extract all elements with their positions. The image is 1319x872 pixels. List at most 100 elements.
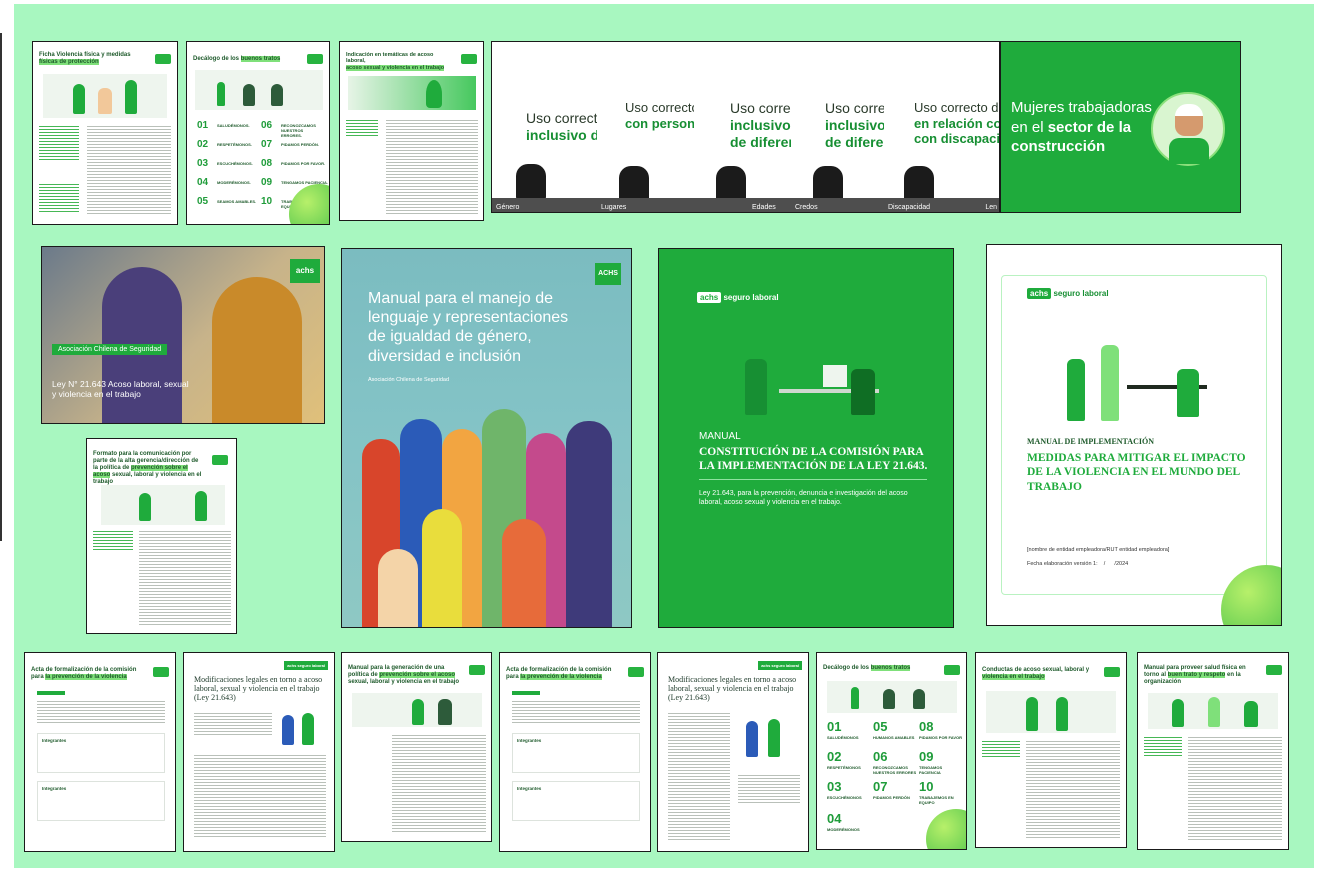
list-label: PIDAMOS POR FAVOR. <box>281 161 326 166</box>
list-number: 10 <box>261 196 273 207</box>
illustration <box>827 681 957 713</box>
sign-language-interpreter-icon <box>619 166 649 202</box>
office-illustration <box>1057 335 1217 425</box>
list-label: SALUDÉMONOS <box>827 735 859 740</box>
video-title: Uso correcto ccon personas <box>625 100 694 131</box>
sign-language-interpreter-icon <box>813 166 843 202</box>
form-fields <box>512 699 640 723</box>
cover-medidas-mitigar-violencia[interactable]: achs seguro laboral MANUAL DE IMPLEMENTA… <box>986 244 1282 626</box>
sign-language-interpreter-icon <box>716 166 746 202</box>
list-number: 01 <box>197 120 209 131</box>
list-label: PIDAMOS POR FAVOR <box>919 735 963 740</box>
doc-title: Ficha Violencia física y medidas <box>39 52 131 58</box>
document-gallery: Ficha Violencia física y medidas físicas … <box>14 4 1314 868</box>
body-text <box>87 124 171 214</box>
achs-seguro-laboral-logo: achs seguro laboral <box>284 661 328 670</box>
video-progress-bar[interactable]: Lugares <box>597 198 694 212</box>
video-thumbnail-mujeres-construccion[interactable]: Mujeres trabajadoras en el sector de la co… <box>1000 41 1241 213</box>
achs-seguro-laboral-logo: achs seguro laboral <box>697 292 779 303</box>
achs-seguro-laboral-logo: achs seguro laboral <box>1027 288 1109 299</box>
achs-logo-icon <box>944 665 960 675</box>
list-label: SALUDÉMONOS. <box>217 123 250 128</box>
list-label: ESCUCHÉMONOS. <box>217 161 253 166</box>
video-thumbnail-credos[interactable]: Uso corre inclusivo de diferer Credos <box>791 41 884 213</box>
doc-acta-formalizacion-2[interactable]: Acta de formalización de la comisión para… <box>499 652 651 852</box>
sign-language-interpreter-icon <box>904 166 934 202</box>
list-label: RESPETÉMONOS. <box>217 142 252 147</box>
doc-title-highlight: la prevención de la violencia <box>520 673 602 680</box>
achs-logo-icon <box>1104 667 1120 677</box>
cover-ley-21643-photo[interactable]: achs Asociación Chilena de Seguridad Ley… <box>41 246 325 424</box>
achs-logo: ACHS <box>595 263 621 285</box>
body-text <box>668 711 730 841</box>
video-title: Mujeres trabajadoras en el sector de la co… <box>1011 99 1152 155</box>
cover-manual-lenguaje-genero[interactable]: ACHS Manual para el manejo de lenguaje y… <box>341 248 632 628</box>
doc-indicacion-tematicas[interactable]: Indicación en temáticas de acoso laboral… <box>339 41 484 221</box>
body-text <box>1026 739 1120 839</box>
video-title: Uso correctoinclusivo dde diferen <box>730 100 791 150</box>
corner-decoration <box>289 184 329 224</box>
doc-conductas-acoso[interactable]: Conductas de acoso sexual, laboral y viol… <box>975 652 1127 848</box>
doc-manual-politica-prevencion[interactable]: Manual para la generación de una polític… <box>341 652 492 842</box>
doc-acta-formalizacion-1[interactable]: Acta de formalización de la comisión para… <box>24 652 176 852</box>
doc-title: Acta de formalización de la comisión <box>506 667 612 673</box>
list-number: 09 <box>261 177 273 188</box>
video-title: Uso correcto del en relación con con disca… <box>914 100 1000 147</box>
employer-field: [nombre de entidad empleadora/RUT entida… <box>1027 547 1170 553</box>
list-label: MODERÉMONOS <box>827 827 860 832</box>
cover-title: CONSTITUCIÓN DE LA COMISIÓN PARA LA IMPL… <box>699 446 928 473</box>
doc-title: Decálogo de los <box>823 665 870 671</box>
list-label: RESPETÉMONOS <box>827 765 861 770</box>
body-text <box>386 118 478 214</box>
video-thumbnail-lugares[interactable]: Uso correcto ccon personas Lugares <box>597 41 694 213</box>
doc-decalogo-buenos-tratos[interactable]: Decálogo de los buenos tratos 01 02 03 0… <box>186 41 330 225</box>
video-progress-bar[interactable]: Discapacidad Len <box>884 198 999 212</box>
worker-portrait-icon <box>1151 92 1225 166</box>
list-number: 08 <box>261 158 273 169</box>
side-note <box>39 124 79 160</box>
body-text <box>194 753 326 839</box>
illustration <box>1148 693 1278 729</box>
doc-title: Decálogo de los <box>193 56 240 62</box>
green-tab <box>512 691 540 695</box>
doc-title: Indicación en temáticas de acoso laboral… <box>346 52 434 65</box>
video-progress-bar[interactable]: Edades <box>694 198 791 212</box>
achs-logo-icon <box>1266 665 1282 675</box>
doc-kicker: MANUAL <box>699 431 741 442</box>
list-label: SEAMOS AMABLES. <box>217 199 257 204</box>
list-number: 07 <box>873 779 888 794</box>
video-thumbnail-edades[interactable]: Uso correctoinclusivo dde diferen Edades <box>694 41 791 213</box>
video-progress-bar[interactable]: Género <box>492 198 597 212</box>
org-label: Asociación Chilena de Seguridad <box>52 344 168 355</box>
org-label: Asociación Chilena de Seguridad <box>368 377 450 383</box>
version-date: Fecha elaboración versión 1: / /2024 <box>1027 561 1129 567</box>
doc-title-highlight: violencia en el trabajo <box>982 673 1045 680</box>
body-text <box>738 773 800 803</box>
doc-modificaciones-legales-2[interactable]: achs seguro laboral Modificaciones legal… <box>657 652 809 852</box>
green-tab <box>37 691 65 695</box>
body-text <box>1188 735 1282 841</box>
video-thumbnail-genero[interactable]: Uso correctoinclusivo de Género <box>491 41 597 213</box>
video-thumbnail-discapacidad[interactable]: Uso correcto del en relación con con disca… <box>884 41 1000 213</box>
illustration <box>101 485 225 525</box>
doc-modificaciones-legales-1[interactable]: achs seguro laboral Modificaciones legal… <box>183 652 335 852</box>
list-label: TRABAJEMOS EN EQUIPO <box>919 795 954 805</box>
achs-logo-icon <box>155 54 171 64</box>
doc-manual-salud-fisica[interactable]: Manual para proveer salud física en torn… <box>1137 652 1289 850</box>
form-fields <box>37 699 165 723</box>
list-number: 03 <box>197 158 209 169</box>
cover-constitucion-comision[interactable]: achs seguro laboral MANUAL CONSTITUCIÓN … <box>658 248 954 628</box>
doc-title: Acta de formalización de la comisión <box>31 667 137 673</box>
list-number: 02 <box>827 749 842 764</box>
video-progress-bar[interactable]: Credos <box>791 198 884 212</box>
list-number: 05 <box>873 719 888 734</box>
doc-formato-comunicacion[interactable]: Formato para la comunicación por parte d… <box>86 438 237 634</box>
divider <box>699 479 927 480</box>
side-note <box>346 118 378 136</box>
illustration <box>43 74 167 118</box>
doc-decalogo-buenos-tratos-2[interactable]: Decálogo de los buenos tratos 01 05 08 0… <box>816 652 967 850</box>
list-label: RECONOZCAMOS NUESTROS ERRORES <box>873 765 917 775</box>
list-label: TENGAMOS PACIENCIA <box>919 765 943 775</box>
achs-logo-icon <box>153 667 169 677</box>
doc-ficha-violencia-fisica[interactable]: Ficha Violencia física y medidas físicas … <box>32 41 178 225</box>
